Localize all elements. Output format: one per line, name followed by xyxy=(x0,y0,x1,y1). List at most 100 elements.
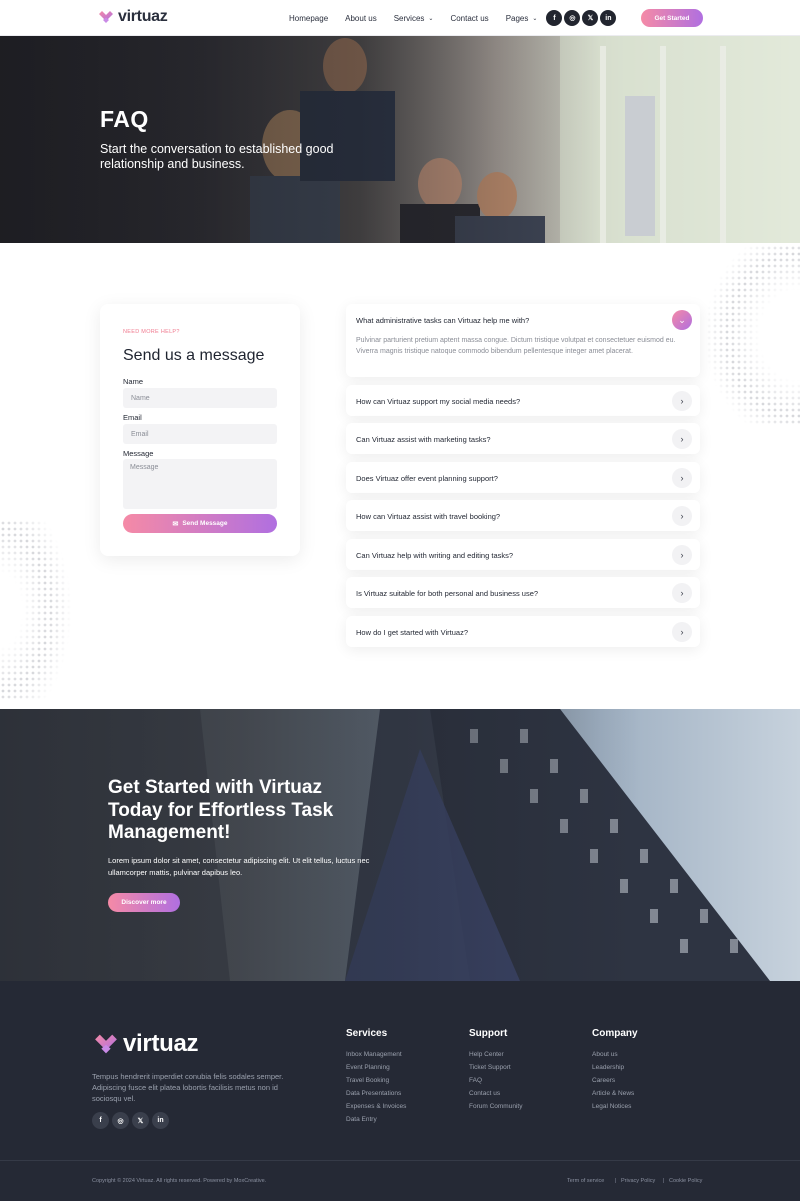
legal-separator: | xyxy=(663,1178,665,1184)
decorative-dots xyxy=(0,520,110,700)
cta-overlay xyxy=(0,709,800,981)
footer-link[interactable]: Ticket Support xyxy=(469,1064,511,1071)
chevron-right-icon[interactable]: › xyxy=(672,429,692,449)
logo-text: virtuaz xyxy=(123,1030,199,1057)
footer-link[interactable]: Data Presentations xyxy=(346,1090,401,1097)
footer-column-title: Support xyxy=(469,1028,508,1039)
chevron-down-icon: ⌄ xyxy=(428,15,434,22)
nav-homepage[interactable]: Homepage xyxy=(289,14,328,23)
footer-link[interactable]: FAQ xyxy=(469,1077,482,1084)
footer-link[interactable]: Data Entry xyxy=(346,1116,377,1123)
footer-link[interactable]: Help Center xyxy=(469,1051,504,1058)
footer-link[interactable]: Event Planning xyxy=(346,1064,390,1071)
linkedin-icon[interactable]: in xyxy=(600,10,617,26)
faq-item[interactable]: How do I get started with Virtuaz? › xyxy=(346,616,700,647)
chevron-right-icon[interactable]: › xyxy=(672,622,692,642)
email-label: Email xyxy=(123,413,142,422)
footer-link[interactable]: Article & News xyxy=(592,1090,634,1097)
footer-link[interactable]: Expenses & Invoices xyxy=(346,1103,406,1110)
name-field[interactable]: Name xyxy=(123,388,277,408)
footer-column-title: Services xyxy=(346,1028,388,1039)
facebook-icon[interactable]: f xyxy=(92,1112,109,1129)
cta-title: Get Started with Virtuaz Today for Effor… xyxy=(108,777,334,843)
email-field[interactable]: Email xyxy=(123,424,277,444)
x-icon[interactable]: 𝕏 xyxy=(132,1112,149,1129)
discover-more-button[interactable]: Discover more xyxy=(108,893,180,912)
mail-icon: ✉ xyxy=(172,520,179,528)
footer-link[interactable]: Contact us xyxy=(469,1090,500,1097)
legal-link-privacy[interactable]: Privacy Policy xyxy=(621,1178,655,1184)
hero-overlay xyxy=(0,36,800,243)
contact-form-card: NEED MORE HELP? Send us a message Name N… xyxy=(100,304,300,556)
chevron-down-icon: ⌄ xyxy=(532,15,538,22)
footer-link[interactable]: Forum Community xyxy=(469,1103,522,1110)
footer-column-title: Company xyxy=(592,1028,638,1039)
faq-answer: Pulvinar parturient pretium aptent massa… xyxy=(356,337,676,355)
message-label: Message xyxy=(123,449,154,458)
footer-link[interactable]: Inbox Management xyxy=(346,1051,402,1058)
footer-link[interactable]: Careers xyxy=(592,1077,615,1084)
legal-link-cookie[interactable]: Cookie Policy xyxy=(669,1178,702,1184)
nav-pages[interactable]: Pages ⌄ xyxy=(506,14,538,23)
faq-question: Can Virtuaz assist with marketing tasks? xyxy=(356,435,491,444)
faq-item[interactable]: How can Virtuaz assist with travel booki… xyxy=(346,500,700,531)
get-started-button[interactable]: Get Started xyxy=(641,9,703,27)
faq-item[interactable]: How can Virtuaz support my social media … xyxy=(346,385,700,416)
logo-icon xyxy=(99,11,113,23)
nav-contact[interactable]: Contact us xyxy=(450,14,488,23)
chevron-right-icon[interactable]: › xyxy=(672,468,692,488)
message-field[interactable]: Message xyxy=(123,459,277,509)
logo[interactable]: virtuaz xyxy=(97,8,168,26)
main-nav: Homepage About us Services ⌄ Contact us P… xyxy=(289,0,618,36)
faq-item[interactable]: Is Virtuaz suitable for both personal an… xyxy=(346,577,700,608)
nav-label: Contact us xyxy=(450,13,489,23)
faq-question: Does Virtuaz offer event planning suppor… xyxy=(356,474,498,483)
legal-link-terms[interactable]: Term of service xyxy=(567,1178,604,1184)
chevron-right-icon[interactable]: › xyxy=(672,583,692,603)
facebook-icon[interactable]: f xyxy=(546,10,563,26)
faq-item[interactable]: Does Virtuaz offer event planning suppor… xyxy=(346,462,700,493)
form-title: Send us a message xyxy=(123,347,265,364)
name-label: Name xyxy=(123,377,144,386)
footer-link[interactable]: Leadership xyxy=(592,1064,624,1071)
faq-question: What administrative tasks can Virtuaz he… xyxy=(356,316,530,325)
cta-banner xyxy=(0,709,800,981)
faq-item[interactable]: Can Virtuaz help with writing and editin… xyxy=(346,539,700,570)
faq-question: How can Virtuaz assist with travel booki… xyxy=(356,512,501,521)
instagram-icon[interactable]: ◎ xyxy=(564,10,581,26)
nav-services[interactable]: Services ⌄ xyxy=(394,14,434,23)
faq-question: Is Virtuaz suitable for both personal an… xyxy=(356,589,539,598)
instagram-icon[interactable]: ◎ xyxy=(112,1112,129,1129)
hero-subtitle: Start the conversation to established go… xyxy=(100,142,334,171)
nav-label: Pages xyxy=(505,13,529,23)
footer-description: Tempus hendrerit imperdiet conubia felis… xyxy=(92,1072,284,1103)
chevron-right-icon[interactable]: › xyxy=(672,391,692,411)
footer-logo[interactable]: virtuaz xyxy=(92,1030,199,1058)
footer-link[interactable]: About us xyxy=(592,1051,618,1058)
linkedin-icon[interactable]: in xyxy=(152,1112,169,1129)
send-message-button[interactable]: ✉ Send Message xyxy=(123,514,277,533)
eyebrow-label: NEED MORE HELP? xyxy=(123,329,180,335)
nav-label: Homepage xyxy=(289,13,329,23)
faq-item[interactable]: Can Virtuaz assist with marketing tasks?… xyxy=(346,423,700,454)
page-title: FAQ xyxy=(100,106,149,132)
chevron-right-icon[interactable]: › xyxy=(672,506,692,526)
site-header: virtuaz Homepage About us Services ⌄ Cont… xyxy=(0,0,800,36)
chevron-right-icon[interactable]: › xyxy=(672,545,692,565)
faq-question: How do I get started with Virtuaz? xyxy=(356,628,469,637)
nav-label: Services xyxy=(393,13,425,23)
faq-item[interactable]: What administrative tasks can Virtuaz he… xyxy=(346,304,700,377)
chevron-down-icon[interactable]: ⌄ xyxy=(672,310,692,330)
footer-link[interactable]: Travel Booking xyxy=(346,1077,389,1084)
footer-link[interactable]: Legal Notices xyxy=(592,1103,631,1110)
x-icon[interactable]: 𝕏 xyxy=(582,10,599,26)
faq-question: How can Virtuaz support my social media … xyxy=(356,397,521,406)
nav-about[interactable]: About us xyxy=(345,14,377,23)
send-label: Send Message xyxy=(182,520,228,527)
legal-separator: | xyxy=(615,1178,617,1184)
footer-divider xyxy=(0,1160,800,1161)
cta-text: Lorem ipsum dolor sit amet, consectetur … xyxy=(108,856,370,877)
logo-text: virtuaz xyxy=(118,8,168,25)
copyright-text: Copyright © 2024 Virtuaz. All rights res… xyxy=(92,1178,267,1184)
logo-icon xyxy=(95,1034,117,1054)
